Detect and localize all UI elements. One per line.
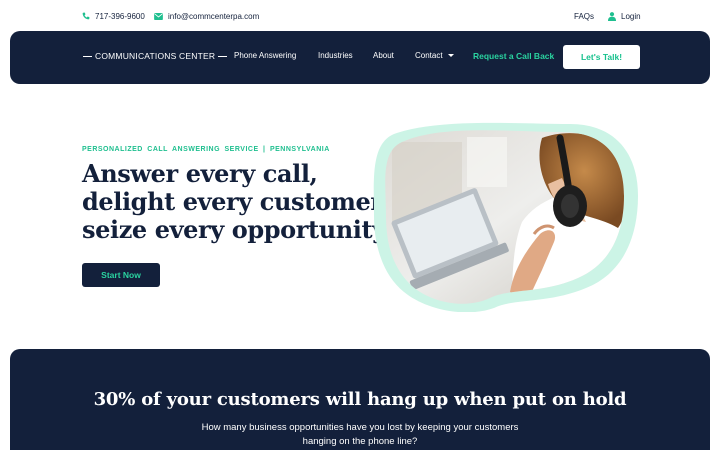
nav-phone-answering[interactable]: Phone Answering <box>234 51 296 60</box>
start-now-button[interactable]: Start Now <box>82 263 160 287</box>
hold-stat-section: 30% of your customers will hang up when … <box>10 349 710 450</box>
chevron-down-icon <box>447 54 454 57</box>
email-address: info@commcenterpa.com <box>168 11 260 21</box>
user-icon <box>608 11 616 21</box>
login-link[interactable]: Login <box>608 9 641 23</box>
mail-icon <box>154 12 163 20</box>
brand-name: COMMUNICATIONS CENTER <box>95 51 216 61</box>
faqs-label: FAQs <box>574 11 595 21</box>
headline-line: seize every opportunity <box>82 215 386 244</box>
nav-link-label: Phone Answering <box>234 51 297 60</box>
phone-number: 717-396-9600 <box>95 11 145 21</box>
main-navbar: COMMUNICATIONS CENTER Phone Answering In… <box>10 31 710 84</box>
nav-industries[interactable]: Industries <box>318 51 353 60</box>
headline-line: Answer every call, <box>82 159 318 188</box>
login-label: Login <box>621 11 641 21</box>
headline-line: delight every customer, <box>82 187 389 216</box>
email-link[interactable]: info@commcenterpa.com <box>154 9 259 23</box>
brand-dash-right <box>218 55 228 57</box>
nav-about[interactable]: About <box>373 51 394 60</box>
hero-photo-agent-headset <box>373 122 638 312</box>
nav-link-label: Contact <box>415 51 443 60</box>
brand-dash-left <box>83 55 92 57</box>
section-subtitle: How many business opportunities have you… <box>201 422 519 447</box>
phone-link[interactable]: 717-396-9600 <box>82 9 145 23</box>
hero-headline: Answer every call, delight every custome… <box>82 159 389 244</box>
section-title: 30% of your customers will hang up when … <box>93 389 627 410</box>
nav-link-label: About <box>373 51 394 60</box>
faqs-link[interactable]: FAQs <box>574 9 594 23</box>
phone-icon <box>82 12 90 20</box>
brand-logo[interactable]: COMMUNICATIONS CENTER <box>80 51 230 61</box>
hero-eyebrow: PERSONALIZED CALL ANSWERING SERVICE | PE… <box>82 146 330 153</box>
nav-link-label: Industries <box>318 51 353 60</box>
lets-talk-button[interactable]: Let's Talk! <box>563 45 640 69</box>
nav-contact-dropdown[interactable]: Contact <box>415 51 454 60</box>
top-contact-bar: 717-396-9600 info@commcenterpa.com FAQs … <box>0 0 720 30</box>
request-callback-link[interactable]: Request a Call Back <box>473 51 554 61</box>
